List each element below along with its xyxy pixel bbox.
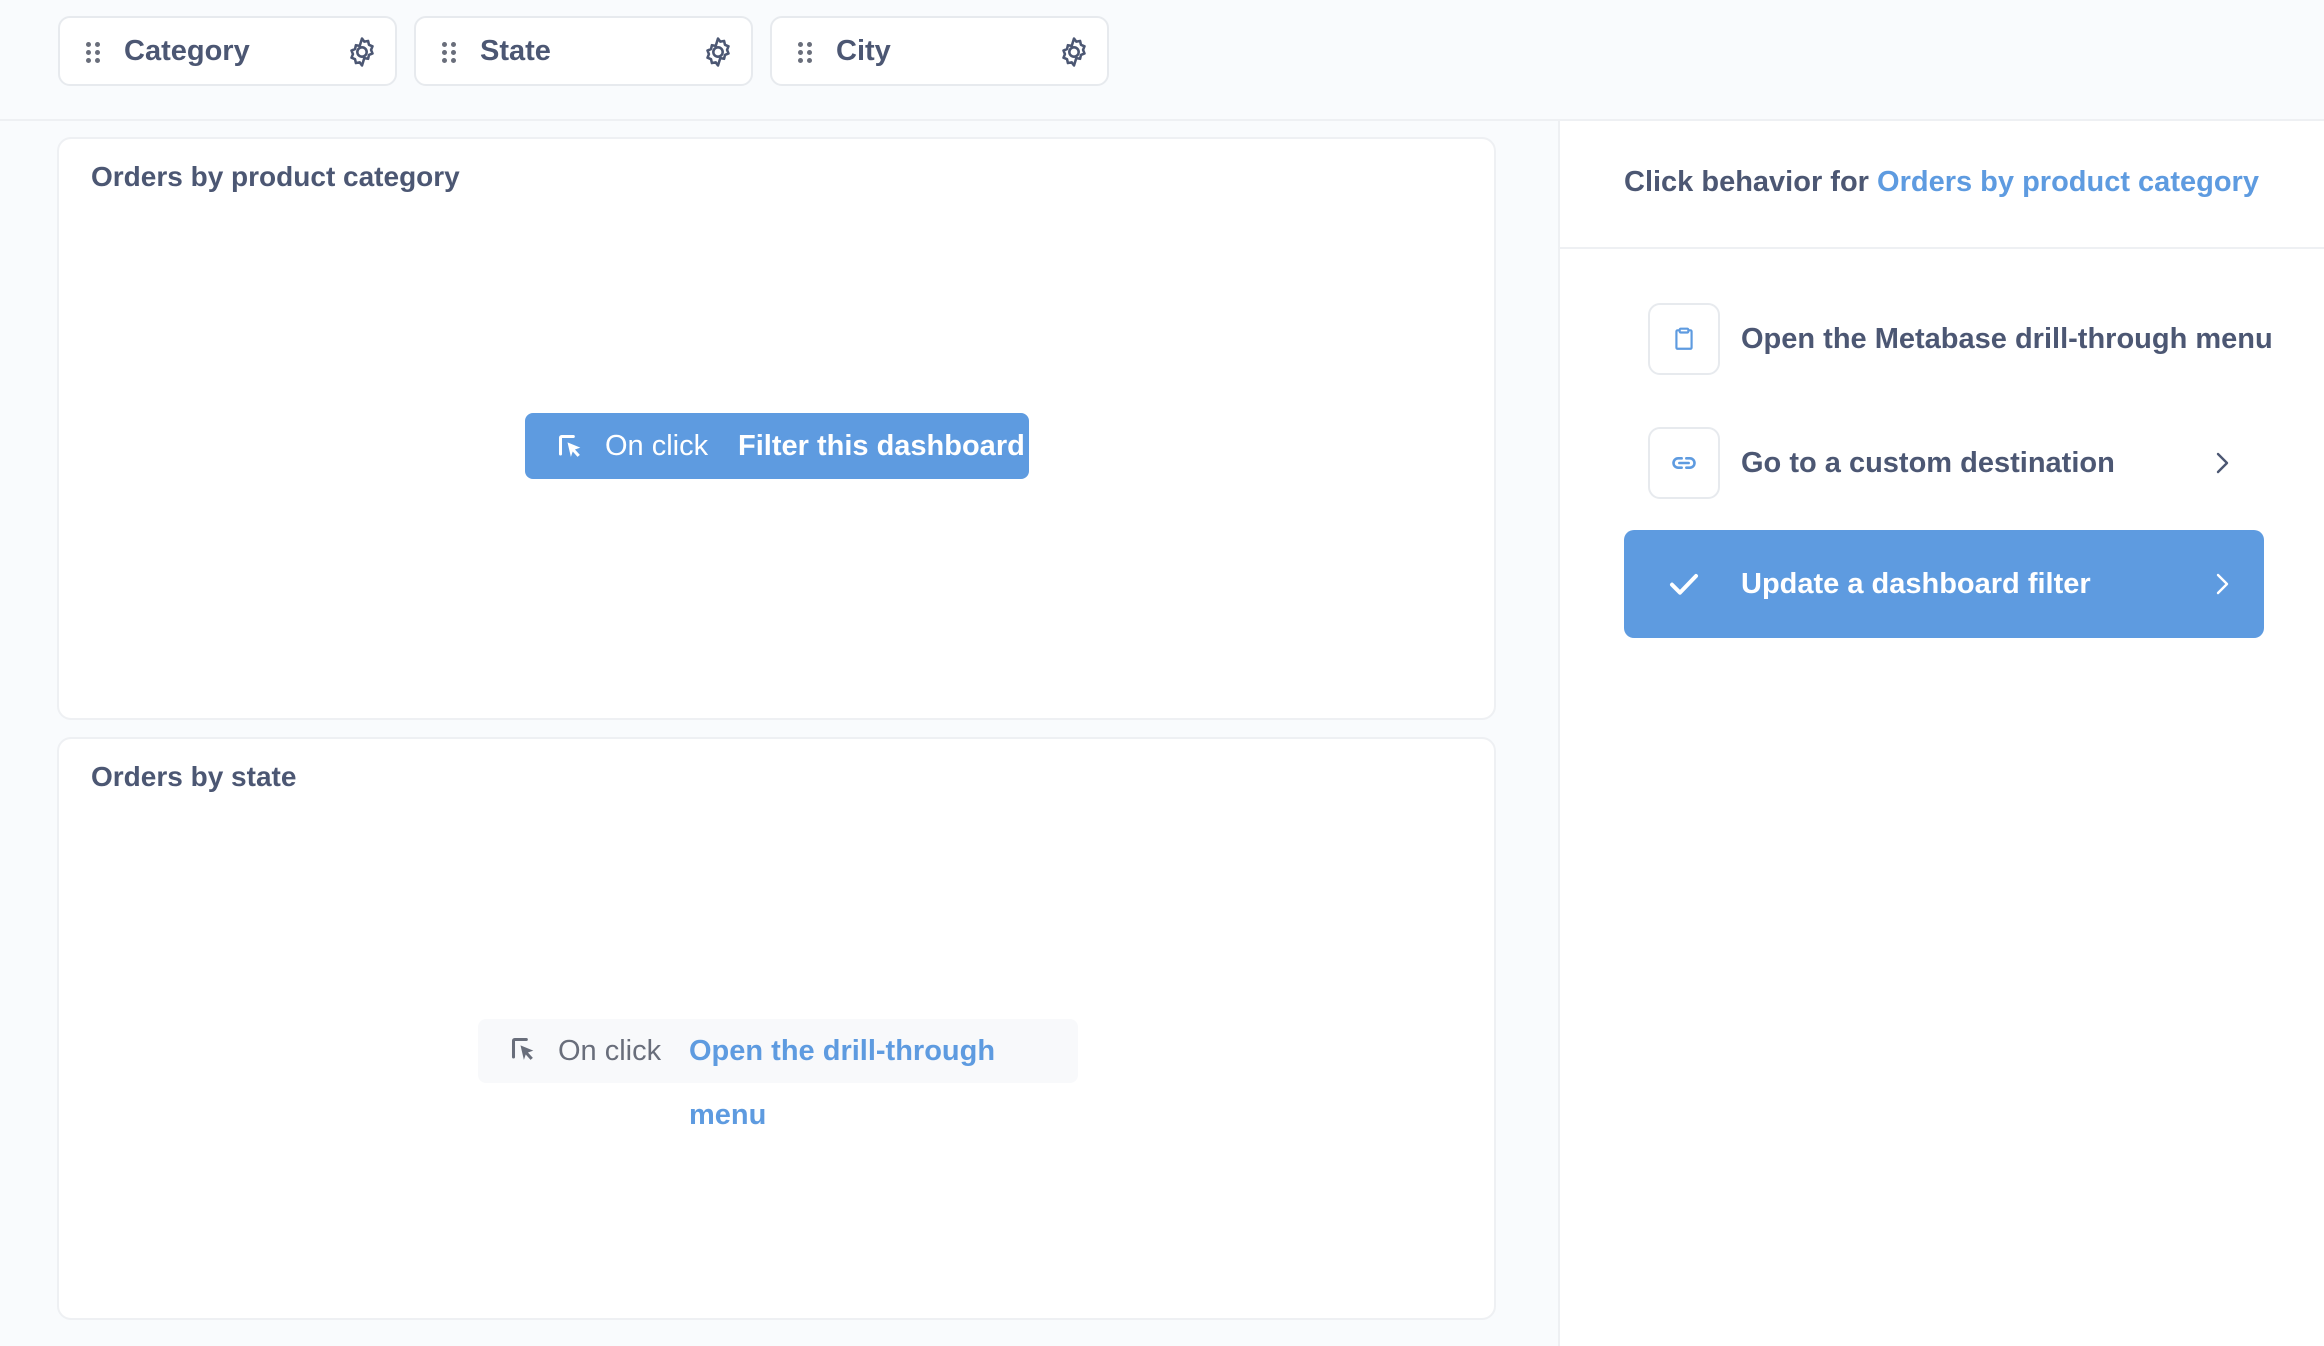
option-update-dashboard-filter[interactable]: Update a dashboard filter — [1624, 530, 2264, 638]
on-click-behavior-button[interactable]: On click Open the drill-through menu — [478, 1019, 1078, 1131]
clipboard-icon — [1648, 303, 1720, 375]
filter-chip-category[interactable]: Category — [58, 16, 397, 86]
link-icon — [1648, 427, 1720, 499]
cursor-click-icon — [558, 434, 581, 457]
drag-grip-icon[interactable] — [84, 42, 102, 64]
on-click-action: Open the drill-through menu — [689, 1035, 996, 1131]
card-title: Orders by product category — [91, 161, 460, 192]
check-icon — [1670, 574, 1698, 595]
filter-label: Category — [124, 35, 250, 67]
on-click-action: Filter this dashboard — [738, 430, 1025, 462]
gear-icon[interactable] — [345, 35, 379, 69]
filter-chip-city[interactable]: City — [770, 16, 1109, 86]
sidebar-title: Click behavior for Orders by product cat… — [1624, 166, 2259, 199]
option-label: Update a dashboard filter — [1741, 568, 2091, 600]
chevron-right-icon — [2216, 452, 2229, 474]
on-click-label: On click — [558, 1035, 662, 1067]
on-click-behavior-button[interactable]: On click Filter this dashboard — [525, 413, 1029, 479]
gear-icon[interactable] — [1057, 35, 1091, 69]
option-go-to-custom-destination[interactable]: Go to a custom destination — [1624, 409, 2264, 517]
dashcard-orders-by-product-category[interactable]: Orders by product category On click Filt… — [57, 137, 1496, 720]
option-label: Open the Metabase drill-through menu — [1741, 323, 2273, 355]
filter-label: City — [836, 35, 891, 67]
sidebar-header: Click behavior for Orders by product cat… — [1560, 121, 2324, 249]
on-click-label: On click — [605, 430, 709, 462]
filter-label: State — [480, 35, 551, 67]
click-behavior-sidebar: Click behavior for Orders by product cat… — [1558, 121, 2324, 1346]
cursor-click-icon — [511, 1037, 534, 1060]
drag-grip-icon[interactable] — [440, 42, 458, 64]
dashboard-filter-bar: Category State City — [0, 0, 2324, 121]
drag-grip-icon[interactable] — [796, 42, 814, 64]
filter-chip-state[interactable]: State — [414, 16, 753, 86]
dashcard-orders-by-state[interactable]: Orders by state On click Open the drill-… — [57, 737, 1496, 1320]
gear-icon[interactable] — [701, 35, 735, 69]
option-open-drill-through-menu[interactable]: Open the Metabase drill-through menu — [1624, 285, 2273, 393]
chevron-right-icon — [2216, 573, 2229, 595]
option-label: Go to a custom destination — [1741, 447, 2115, 479]
card-title: Orders by state — [91, 761, 297, 792]
sidebar-title-card-link[interactable]: Orders by product category — [1877, 166, 2259, 198]
sidebar-title-prefix: Click behavior for — [1624, 166, 1878, 198]
